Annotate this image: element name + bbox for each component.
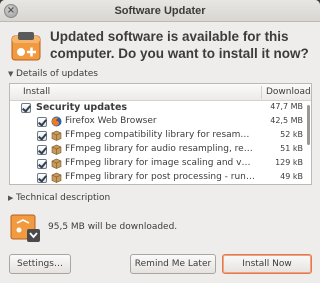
update-row-ffmpeg-compat[interactable]: FFmpeg compatibility library for resampl… <box>10 129 311 143</box>
ffmpeg-audio-checkbox[interactable] <box>37 145 47 155</box>
download-box-icon <box>10 214 40 242</box>
update-row-ffmpeg-audio[interactable]: FFmpeg library for audio resampling, rem… <box>10 143 311 157</box>
technical-expander-label: Technical description <box>16 193 111 203</box>
tree-header: Install Download <box>10 84 311 101</box>
package-icon <box>51 144 62 155</box>
update-size: 51 kB <box>280 144 303 153</box>
firefox-checkbox[interactable] <box>37 117 47 127</box>
update-label: FFmpeg library for post processing - run… <box>65 172 255 182</box>
group-size: 47,7 MB <box>270 102 303 111</box>
update-label: FFmpeg library for image scaling and var… <box>65 158 255 168</box>
column-separator <box>261 86 262 99</box>
group-label: Security updates <box>36 102 128 113</box>
download-size-notice: 95,5 MB will be downloaded. <box>48 222 178 232</box>
details-expander-label: Details of updates <box>16 69 98 79</box>
updates-tree[interactable]: Install Download Security updates 47,7 M… <box>9 83 312 185</box>
security-updates-checkbox[interactable] <box>21 103 31 113</box>
package-icon <box>51 130 62 141</box>
package-icon <box>51 172 62 183</box>
ffmpeg-scaling-checkbox[interactable] <box>37 159 47 169</box>
technical-expander[interactable]: ▶ Technical description <box>8 193 110 203</box>
expander-down-arrow-icon: ▼ <box>8 70 14 78</box>
update-row-ffmpeg-postproc[interactable]: FFmpeg library for post processing - run… <box>10 171 311 184</box>
update-size: 52 kB <box>280 130 303 139</box>
column-header-install[interactable]: Install <box>23 87 50 97</box>
scrollbar-thumb[interactable] <box>307 105 310 145</box>
package-icon <box>51 158 62 169</box>
column-header-download[interactable]: Download <box>266 87 311 97</box>
update-row-ffmpeg-scaling[interactable]: FFmpeg library for image scaling and var… <box>10 157 311 171</box>
tree-scrollbar[interactable] <box>307 101 310 184</box>
update-label: Firefox Web Browser <box>65 116 157 126</box>
update-label: FFmpeg compatibility library for resampl… <box>65 130 255 140</box>
group-row-security-updates[interactable]: Security updates 47,7 MB <box>10 101 311 115</box>
update-size: 49 kB <box>280 172 303 181</box>
window-title: Software Updater <box>114 5 206 17</box>
expander-right-arrow-icon: ▶ <box>8 194 14 202</box>
title-bar[interactable]: × Software Updater <box>0 0 320 22</box>
update-size: 129 kB <box>275 158 303 167</box>
ffmpeg-compat-checkbox[interactable] <box>37 131 47 141</box>
header-message: Updated software is available for this c… <box>50 29 309 61</box>
settings-button[interactable]: Settings… <box>9 254 71 274</box>
ffmpeg-postproc-checkbox[interactable] <box>37 173 47 183</box>
remind-me-later-button[interactable]: Remind Me Later <box>130 254 216 274</box>
software-updater-window: × Software Updater Updated software is a… <box>0 0 320 283</box>
close-icon[interactable]: × <box>4 4 18 18</box>
update-label: FFmpeg library for audio resampling, rem… <box>65 144 255 154</box>
details-expander[interactable]: ▼ Details of updates <box>8 69 98 79</box>
update-size: 42,5 MB <box>270 116 303 125</box>
install-now-button[interactable]: Install Now <box>222 254 312 274</box>
update-row-firefox[interactable]: Firefox Web Browser 42,5 MB <box>10 115 311 129</box>
firefox-icon <box>51 116 62 127</box>
software-updater-icon <box>11 32 41 61</box>
